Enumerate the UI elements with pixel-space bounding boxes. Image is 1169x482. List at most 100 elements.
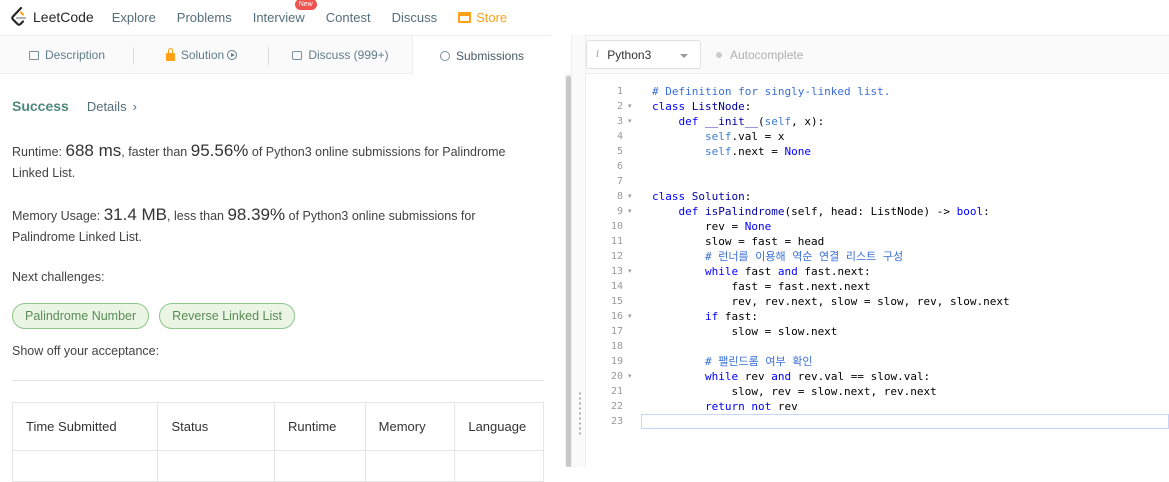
line-number: 7 xyxy=(616,176,623,187)
autocomplete-toggle[interactable]: Autocomplete xyxy=(716,48,803,62)
line-number: 20 xyxy=(610,371,623,382)
code-line: # Definition for singly-linked list. xyxy=(652,85,891,98)
language-value: Python3 xyxy=(607,47,652,62)
submission-result-panel: Success Details › Runtime: 688 ms, faster… xyxy=(0,74,565,482)
runtime-value: 688 ms xyxy=(65,141,122,160)
nav-problems[interactable]: Problems xyxy=(177,10,232,25)
line-number: 16 xyxy=(610,311,623,322)
details-label: Details xyxy=(86,99,127,114)
language-select[interactable]: i Python3 xyxy=(586,40,701,69)
code-editor[interactable]: 1 2 ▾ 3 ▾ 4 5 6 7 8 ▾ 9 ▾ 10 11 12 13 ▾ 14 15 16 ▾ 17 18 19 20 ▾ 21… xyxy=(586,74,1169,467)
code-line: # 런너를 이용해 역순 연결 리스트 구성 xyxy=(704,250,904,263)
table-header: Time Submitted Status Runtime Memory Lan… xyxy=(13,403,543,451)
top-navbar: LeetCode Explore Problems Interview New … xyxy=(0,0,1169,34)
lock-icon xyxy=(165,48,175,61)
autocomplete-label: Autocomplete xyxy=(730,48,804,62)
memory-stat: Memory Usage: 31.4 MB, less than 98.39% … xyxy=(12,204,542,248)
leetcode-logo-icon xyxy=(11,7,27,26)
memory-mid: , less than xyxy=(167,209,228,223)
runtime-mid: , faster than xyxy=(121,145,191,159)
autocomplete-dot-icon xyxy=(716,52,722,58)
line-number: 13 xyxy=(610,266,623,277)
line-number: 17 xyxy=(610,326,623,337)
line-number: 8 xyxy=(616,191,623,202)
logo-text: LeetCode xyxy=(33,9,94,25)
challenge-reverse-linked-list[interactable]: Reverse Linked List xyxy=(159,303,295,329)
challenge-palindrome-number[interactable]: Palindrome Number xyxy=(12,303,150,329)
line-number: 21 xyxy=(610,386,623,397)
nav-store[interactable]: Store xyxy=(458,10,507,25)
fold-toggle-icon[interactable]: ▾ xyxy=(628,309,632,324)
line-number: 23 xyxy=(610,416,623,427)
line-number: 4 xyxy=(616,131,623,142)
code-line: while rev and rev.val == slow.val: xyxy=(704,370,931,383)
col-language[interactable]: Language xyxy=(455,403,543,450)
discuss-icon xyxy=(292,50,303,60)
memory-percentile: 98.39% xyxy=(227,205,286,224)
tab-description[interactable]: Description xyxy=(0,36,134,74)
line-number-gutter: 1 2 ▾ 3 ▾ 4 5 6 7 8 ▾ 9 ▾ 10 11 12 13 ▾ 14 15 16 ▾ 17 18 19 20 ▾ 21… xyxy=(586,74,641,467)
submissions-table: Time Submitted Status Runtime Memory Lan… xyxy=(12,402,544,482)
tab-submissions[interactable]: Submissions xyxy=(412,36,551,75)
chevron-down-icon xyxy=(680,54,688,58)
code-line: def isPalindrome(self, head: ListNode) -… xyxy=(678,205,990,218)
nav-explore[interactable]: Explore xyxy=(112,10,156,25)
nav-interview[interactable]: Interview New xyxy=(253,0,317,25)
fold-toggle-icon[interactable]: ▾ xyxy=(628,114,632,129)
table-row[interactable] xyxy=(13,451,543,481)
editor-toolbar: i Python3 Autocomplete xyxy=(586,35,1169,74)
code-line: self.val = x xyxy=(704,130,785,143)
runtime-stat: Runtime: 688 ms, faster than 95.56% of P… xyxy=(12,140,542,184)
video-play-icon xyxy=(227,50,238,60)
line-number: 9 xyxy=(616,206,623,217)
fold-toggle-icon[interactable]: ▾ xyxy=(628,189,632,204)
code-line: # 팰린드롬 여부 확인 xyxy=(704,355,813,368)
code-line: fast = fast.next.next xyxy=(652,280,871,293)
line-number: 12 xyxy=(610,251,623,262)
store-icon xyxy=(458,11,472,23)
chevron-right-icon: › xyxy=(132,99,137,114)
fold-toggle-icon[interactable]: ▾ xyxy=(628,264,632,279)
description-icon xyxy=(28,50,39,60)
clock-icon xyxy=(439,50,450,61)
line-number: 18 xyxy=(610,341,623,352)
details-link[interactable]: Details › xyxy=(87,99,137,114)
tab-solution-label: Solution xyxy=(180,48,225,62)
line-number: 14 xyxy=(610,281,623,292)
memory-label: Memory Usage: xyxy=(12,209,104,223)
code-line: return not rev xyxy=(704,400,798,413)
tab-submissions-label: Submissions xyxy=(455,48,525,63)
line-number: 10 xyxy=(610,221,623,232)
tab-solution[interactable]: Solution xyxy=(134,36,269,74)
result-header: Success Details › xyxy=(12,98,137,114)
code-content[interactable]: # Definition for singly-linked list. cla… xyxy=(652,84,1010,429)
code-line: def __init__(self, x): xyxy=(678,115,825,128)
col-status[interactable]: Status xyxy=(158,403,275,450)
line-number: 2 xyxy=(616,101,623,112)
col-memory[interactable]: Memory xyxy=(366,403,456,450)
next-challenges-label: Next challenges: xyxy=(12,270,105,284)
tab-description-label: Description xyxy=(44,48,106,62)
line-number: 11 xyxy=(610,236,623,247)
nav-discuss[interactable]: Discuss xyxy=(392,10,438,25)
leetcode-logo[interactable]: LeetCode xyxy=(10,7,94,27)
fold-toggle-icon[interactable]: ▾ xyxy=(628,369,632,384)
fold-toggle-icon[interactable]: ▾ xyxy=(628,99,632,114)
pane-splitter[interactable] xyxy=(571,35,586,467)
nav-contest[interactable]: Contest xyxy=(326,10,371,25)
code-line: rev = None xyxy=(652,220,772,233)
challenge-list: Palindrome Number Reverse Linked List xyxy=(12,303,295,329)
drag-handle-icon[interactable] xyxy=(579,391,581,435)
show-off-label: Show off your acceptance: xyxy=(12,344,160,358)
col-time-submitted[interactable]: Time Submitted xyxy=(13,403,159,450)
code-line: class ListNode: xyxy=(652,100,752,113)
line-number: 5 xyxy=(616,146,623,157)
fold-toggle-icon[interactable]: ▾ xyxy=(628,204,632,219)
tab-discuss-label: Discuss (999+) xyxy=(308,48,389,62)
col-runtime[interactable]: Runtime xyxy=(275,403,366,450)
code-line: slow = fast = head xyxy=(652,235,825,248)
new-badge: New xyxy=(294,0,317,10)
tab-discuss[interactable]: Discuss (999+) xyxy=(269,36,412,74)
